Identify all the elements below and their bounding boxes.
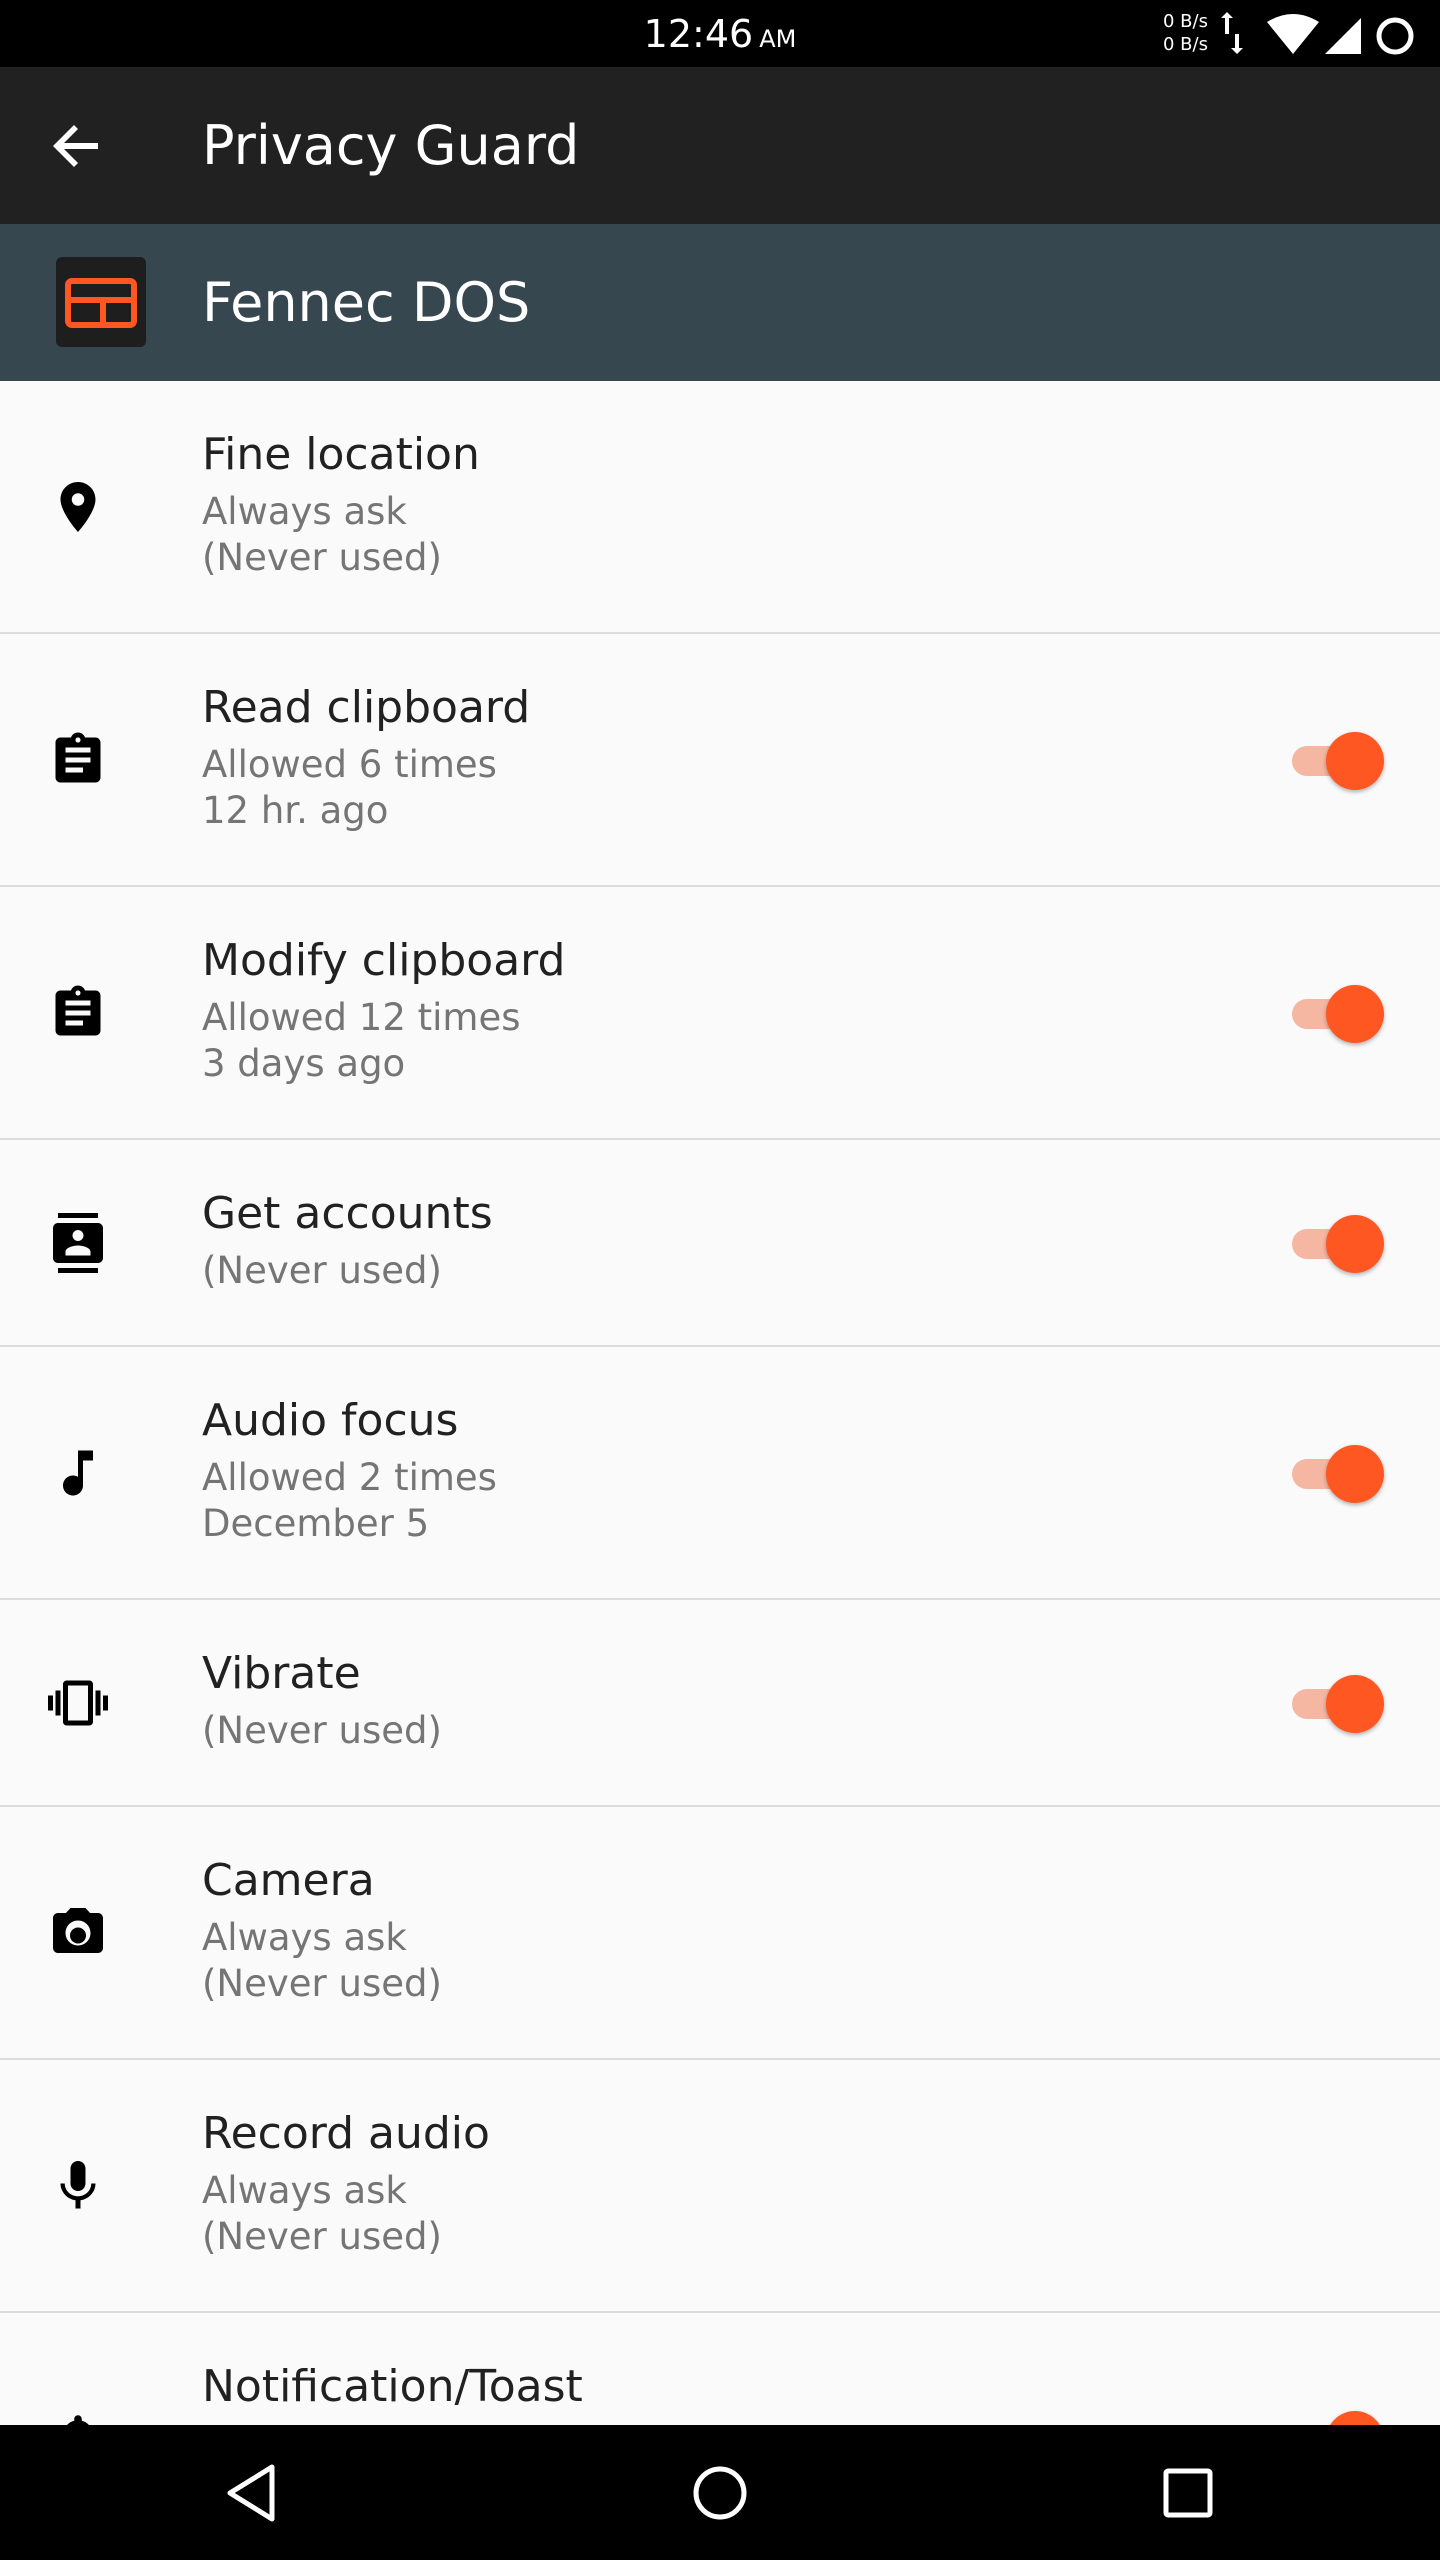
wifi-icon bbox=[1267, 14, 1319, 54]
permission-usage: December 5 bbox=[202, 1502, 430, 1545]
permission-row-audio-focus[interactable]: Audio focus Allowed 2 times December 5 bbox=[0, 1347, 1440, 1600]
clock-ampm: AM bbox=[759, 25, 797, 53]
permission-row-get-accounts[interactable]: Get accounts (Never used) bbox=[0, 1140, 1440, 1347]
permission-row-camera[interactable]: Camera Always ask (Never used) bbox=[0, 1807, 1440, 2060]
app-header: Fennec DOS bbox=[0, 224, 1440, 381]
permission-status: Always ask bbox=[202, 1916, 407, 1959]
music-note-icon bbox=[63, 1450, 93, 1496]
toggle-thumb bbox=[1326, 985, 1384, 1043]
permission-usage: (Never used) bbox=[202, 536, 442, 579]
screen: 0 B/s 0 B/s 12:46 AM Privacy Guard Fenne… bbox=[0, 0, 1440, 2560]
nav-back-icon[interactable] bbox=[216, 2457, 288, 2529]
permission-status: Always ask bbox=[202, 2169, 407, 2212]
permission-status: Allowed 2 times bbox=[202, 1456, 497, 1499]
permission-status: Allowed 12 times bbox=[202, 996, 521, 1039]
toolbar: Privacy Guard bbox=[0, 67, 1440, 224]
permission-row-record-audio[interactable]: Record audio Always ask (Never used) bbox=[0, 2060, 1440, 2313]
permission-usage: (Never used) bbox=[202, 1709, 442, 1752]
clipboard-icon bbox=[55, 732, 101, 783]
permission-title: Read clipboard bbox=[202, 682, 531, 733]
vibrate-icon bbox=[48, 1680, 108, 1726]
page-title: Privacy Guard bbox=[202, 114, 580, 177]
permission-title: Modify clipboard bbox=[202, 935, 566, 986]
clock-time: 12:46 bbox=[643, 12, 754, 56]
permission-row-modify-clipboard[interactable]: Modify clipboard Allowed 12 times 3 days… bbox=[0, 887, 1440, 1140]
permission-toggle[interactable] bbox=[1290, 981, 1386, 1045]
toggle-thumb bbox=[1326, 732, 1384, 790]
permission-title: Audio focus bbox=[202, 1395, 459, 1446]
contacts-icon bbox=[53, 1213, 103, 1273]
permission-title: Vibrate bbox=[202, 1648, 361, 1699]
permission-usage: (Never used) bbox=[202, 1962, 442, 2005]
toggle-thumb bbox=[1326, 1445, 1384, 1503]
permission-row-vibrate[interactable]: Vibrate (Never used) bbox=[0, 1600, 1440, 1807]
permission-status: Allowed 6 times bbox=[202, 743, 497, 786]
signal-icon bbox=[1325, 18, 1361, 54]
location-pin-icon bbox=[60, 482, 96, 532]
nav-recents-icon[interactable] bbox=[1152, 2457, 1224, 2529]
microphone-icon bbox=[60, 2161, 96, 2209]
toggle-thumb bbox=[1326, 1215, 1384, 1273]
permission-row-fine-location[interactable]: Fine location Always ask (Never used) bbox=[0, 381, 1440, 634]
permission-toggle[interactable] bbox=[1290, 728, 1386, 792]
permission-toggle[interactable] bbox=[1290, 1441, 1386, 1505]
app-icon bbox=[56, 257, 146, 347]
data-transfer-icon bbox=[1221, 12, 1243, 54]
permission-title: Camera bbox=[202, 1855, 375, 1906]
camera-icon bbox=[53, 1908, 103, 1953]
clipboard-icon bbox=[55, 985, 101, 1036]
permission-title: Fine location bbox=[202, 429, 480, 480]
permission-status: Always ask bbox=[202, 490, 407, 533]
nav-home-icon[interactable] bbox=[684, 2457, 756, 2529]
status-bar: 0 B/s 0 B/s 12:46 AM bbox=[0, 0, 1440, 67]
permission-usage: (Never used) bbox=[202, 2215, 442, 2258]
permission-toggle[interactable] bbox=[1290, 1211, 1386, 1275]
permission-title: Record audio bbox=[202, 2108, 490, 2159]
toggle-thumb bbox=[1326, 1675, 1384, 1733]
navigation-bar bbox=[0, 2425, 1440, 2560]
permission-toggle[interactable] bbox=[1290, 1671, 1386, 1735]
permission-usage: (Never used) bbox=[202, 1249, 442, 1292]
permission-list: Fine location Always ask (Never used) Re… bbox=[0, 381, 1440, 2560]
permission-title: Get accounts bbox=[202, 1188, 493, 1239]
status-icons bbox=[1221, 12, 1414, 55]
permission-row-read-clipboard[interactable]: Read clipboard Allowed 6 times 12 hr. ag… bbox=[0, 634, 1440, 887]
app-name: Fennec DOS bbox=[202, 271, 531, 334]
back-arrow-icon[interactable] bbox=[36, 105, 118, 187]
battery-ring-icon bbox=[1376, 17, 1414, 55]
permission-title: Notification/Toast bbox=[202, 2361, 583, 2412]
permission-usage: 3 days ago bbox=[202, 1042, 406, 1085]
permission-usage: 12 hr. ago bbox=[202, 789, 389, 832]
